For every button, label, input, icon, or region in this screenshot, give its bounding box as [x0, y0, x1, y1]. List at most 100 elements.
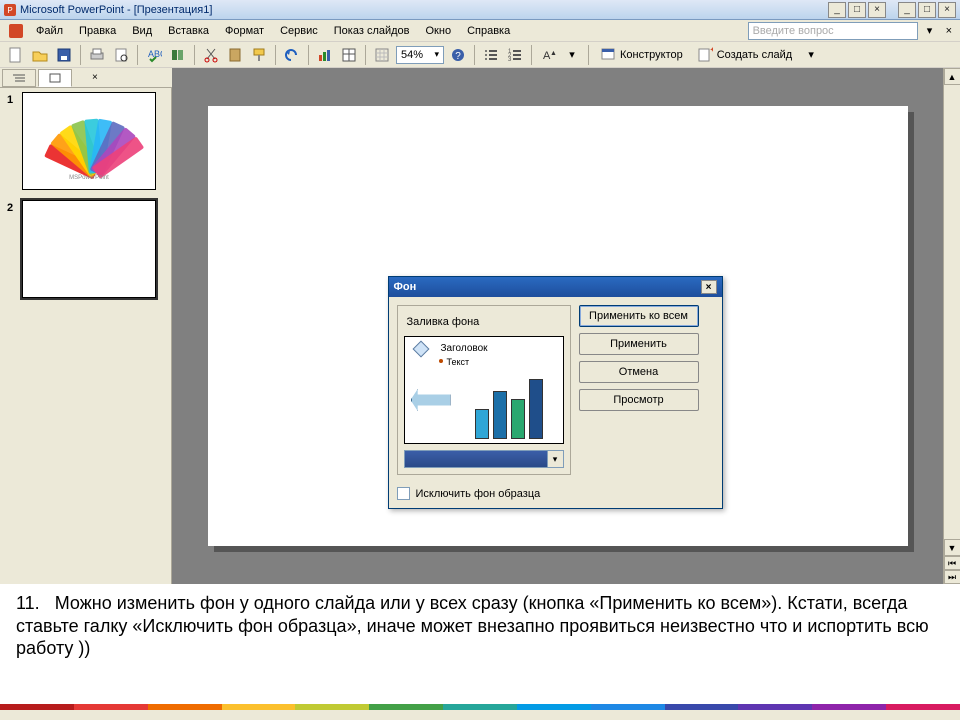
show-grid-icon[interactable] — [371, 44, 393, 66]
design-label: Конструктор — [620, 49, 683, 61]
svg-text:▲: ▲ — [550, 50, 556, 57]
thumbnail-row[interactable]: 1 MSPowerPoint — [2, 92, 169, 190]
menu-tools[interactable]: Сервис — [272, 23, 326, 39]
exclude-master-row[interactable]: Исключить фон образца — [389, 483, 722, 508]
apply-all-button[interactable]: Применить ко всем — [579, 305, 699, 327]
dialog-close-button[interactable]: × — [701, 280, 717, 294]
format-painter-icon[interactable] — [248, 44, 270, 66]
dialog-titlebar[interactable]: Фон × — [389, 277, 722, 297]
thumbnail-pane: × 1 MSPowerPoint — [0, 68, 172, 584]
numbering-icon[interactable]: 123 — [504, 44, 526, 66]
cut-icon[interactable] — [200, 44, 222, 66]
open-icon[interactable] — [29, 44, 51, 66]
new-icon[interactable] — [5, 44, 27, 66]
fill-preview: Заголовок Текст — [404, 336, 564, 444]
diamond-icon — [412, 341, 429, 358]
research-icon[interactable] — [167, 44, 189, 66]
thumb-number: 1 — [2, 92, 18, 106]
doc-close-x[interactable]: × — [942, 25, 956, 37]
menu-insert[interactable]: Вставка — [160, 23, 217, 39]
pane-tabstrip: × — [0, 68, 172, 88]
scroll-up-icon[interactable]: ▲ — [944, 68, 960, 85]
title-text: Microsoft PowerPoint - [Презентация1] — [20, 4, 212, 16]
help-dropdown-icon[interactable]: ▾ — [919, 20, 941, 42]
paste-icon[interactable] — [224, 44, 246, 66]
insert-chart-icon[interactable] — [314, 44, 336, 66]
workarea: × 1 MSPowerPoint — [0, 68, 960, 584]
svg-text:P: P — [7, 6, 12, 15]
thumb-number: 2 — [2, 200, 18, 214]
print-icon[interactable] — [86, 44, 108, 66]
bar-shape-icon — [475, 409, 489, 439]
arrow-shape-icon — [411, 389, 451, 411]
caption-number: 11. — [16, 593, 40, 613]
design-button[interactable]: Конструктор — [593, 44, 690, 66]
color-fan-graphic — [49, 103, 129, 173]
thumbnail-list: 1 MSPowerPoint — [0, 88, 171, 584]
doc-minimize-button[interactable]: _ — [898, 2, 916, 18]
menu-edit[interactable]: Правка — [71, 23, 124, 39]
caption-text: Можно изменить фон у одного слайда или у… — [16, 593, 929, 658]
toolbar-options-icon[interactable]: ▾ — [561, 44, 583, 66]
fieldset-legend: Заливка фона — [404, 316, 483, 328]
doc-restore-button[interactable]: □ — [918, 2, 936, 18]
fill-fieldset: Заливка фона Заголовок Текст — [397, 305, 571, 475]
menu-view[interactable]: Вид — [124, 23, 160, 39]
bullets-icon[interactable] — [480, 44, 502, 66]
toolbar-overflow-icon[interactable]: ▾ — [800, 44, 822, 66]
scroll-down-icon[interactable]: ▼ — [944, 539, 960, 556]
menubar: Файл Правка Вид Вставка Формат Сервис По… — [0, 20, 960, 42]
minimize-button[interactable]: _ — [828, 2, 846, 18]
menu-help[interactable]: Справка — [459, 23, 518, 39]
bar-shape-icon — [511, 399, 525, 439]
thumbnail-row[interactable]: 2 — [2, 200, 169, 298]
bar-shape-icon — [529, 379, 543, 439]
new-slide-label: Создать слайд — [717, 49, 792, 61]
fill-color-dropdown[interactable]: ▾ — [404, 450, 564, 468]
caption-box: 11. Можно изменить фон у одного слайда и… — [0, 584, 960, 704]
exclude-master-checkbox[interactable] — [397, 487, 410, 500]
powerpoint-icon: P — [4, 4, 16, 16]
help-search-placeholder: Введите вопрос — [753, 25, 834, 37]
slide-canvas[interactable]: Фон × Заливка фона Заголовок Текст — [208, 106, 908, 546]
menu-slideshow[interactable]: Показ слайдов — [326, 23, 418, 39]
restore-button[interactable]: □ — [848, 2, 866, 18]
bullet-dot-icon — [439, 359, 443, 363]
menu-window[interactable]: Окно — [418, 23, 460, 39]
apply-button[interactable]: Применить — [579, 333, 699, 355]
help-icon[interactable]: ? — [447, 44, 469, 66]
print-preview-icon[interactable] — [110, 44, 132, 66]
zoom-combobox[interactable]: 54%▾ — [396, 46, 444, 64]
bar-shape-icon — [493, 391, 507, 439]
cancel-button[interactable]: Отмена — [579, 361, 699, 383]
help-search-input[interactable]: Введите вопрос — [748, 22, 918, 40]
pane-close[interactable]: × — [92, 72, 98, 83]
menu-file[interactable]: Файл — [28, 23, 71, 39]
standard-toolbar: ABC 54%▾ ? 123 A▲ ▾ Конструктор ✦ Создат… — [0, 42, 960, 68]
preview-button[interactable]: Просмотр — [579, 389, 699, 411]
tab-outline[interactable] — [2, 69, 36, 87]
insert-table-icon[interactable] — [338, 44, 360, 66]
new-slide-button[interactable]: ✦ Создать слайд — [690, 44, 799, 66]
menu-format[interactable]: Формат — [217, 23, 272, 39]
spellcheck-icon[interactable]: ABC — [143, 44, 165, 66]
undo-icon[interactable] — [281, 44, 303, 66]
next-slide-button[interactable]: ⏭ — [944, 570, 960, 584]
control-menu-icon[interactable] — [5, 20, 27, 42]
close-button[interactable]: × — [868, 2, 886, 18]
dialog-title-text: Фон — [394, 281, 417, 293]
preview-title: Заголовок — [441, 343, 488, 354]
font-size-up-icon[interactable]: A▲ — [537, 44, 559, 66]
tab-slides[interactable] — [38, 69, 72, 87]
svg-text:✦: ✦ — [709, 47, 713, 56]
svg-text:3: 3 — [508, 57, 512, 63]
save-icon[interactable] — [53, 44, 75, 66]
preview-bullet: Текст — [447, 357, 470, 367]
thumbnail-slide-1[interactable]: MSPowerPoint — [22, 92, 156, 190]
prev-slide-button[interactable]: ⏮ — [944, 556, 960, 570]
thumbnail-slide-2[interactable] — [22, 200, 156, 298]
zoom-value: 54% — [401, 49, 423, 61]
exclude-master-label: Исключить фон образца — [416, 488, 541, 500]
doc-close-button[interactable]: × — [938, 2, 956, 18]
vertical-scrollbar[interactable]: ▲ ▼ ⏮ ⏭ — [943, 68, 960, 584]
